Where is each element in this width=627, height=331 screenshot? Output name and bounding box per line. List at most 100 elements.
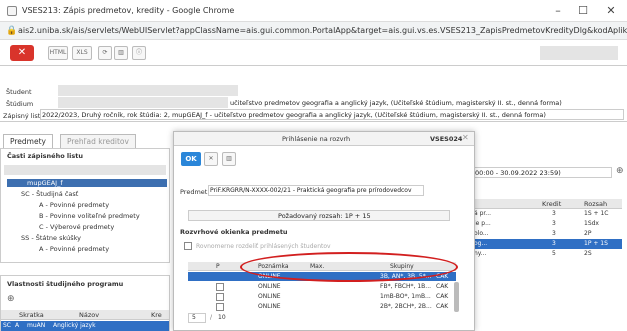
user-info-box [540, 46, 618, 60]
red-highlight-ellipse [240, 252, 458, 282]
col-rozsah: Rozsah [584, 200, 608, 208]
studium-value: učiteľstvo predmetov geografia a anglick… [230, 99, 562, 107]
right-row-kredit: 5 [552, 250, 556, 257]
zoom-icon[interactable]: ⊕ [7, 294, 15, 304]
app-favicon-icon [7, 6, 17, 16]
address-bar[interactable]: 🔒 ais2.uniba.sk/ais/servlets/WebUIServle… [0, 22, 627, 40]
zoom-icon-right[interactable]: ⊕ [616, 166, 624, 176]
studium-code-field [58, 97, 228, 108]
row-skupiny: 1mB-BO*, 1mB... [380, 293, 431, 300]
student-info-panel: Študent Štúdium učiteľstvo predmetov geo… [0, 66, 627, 122]
chart-icon-dialog[interactable]: ▥ [222, 152, 236, 166]
row-cap: CAK [436, 283, 449, 290]
url-text[interactable]: ais2.uniba.sk/ais/servlets/WebUIServlet?… [18, 26, 627, 35]
row-skupiny: FB*, FBCH*, 1B... [380, 283, 432, 290]
window-title: VSES213: Zápis predmetov, kredity - Goog… [22, 6, 235, 15]
right-row-name: ny... [474, 250, 487, 257]
col-kredit: Kre [151, 311, 162, 319]
zapisny-list-value: 2022/2023, Druhý ročník, rok štúdia: 2, … [42, 111, 546, 119]
tree-toolbar [4, 165, 166, 175]
minimize-icon[interactable]: – [547, 3, 569, 19]
lock-icon: 🔒 [6, 26, 18, 36]
bottom-row-c1: SC [3, 322, 11, 329]
col-p: P [216, 263, 220, 270]
refresh-icon[interactable]: ⟳ [98, 46, 112, 60]
dialog-code: VSES024 [430, 135, 463, 143]
right-row-name: og... [474, 240, 488, 247]
row-poznamka: ONLINE [258, 283, 281, 290]
date-range: 00:00 - 30.09.2022 23:59) [475, 169, 561, 177]
right-row-kredit: 3 [552, 220, 556, 227]
right-row-name: á pr... [474, 210, 492, 217]
bottom-row-c3: muAN [27, 322, 46, 329]
row-skupiny: 2B*, 2BCH*, 2B... [380, 303, 432, 310]
row-cap: CAK [436, 293, 449, 300]
page-total: 10 [218, 314, 226, 321]
right-row-rozsah: 1S + 1C [584, 210, 609, 217]
page-separator: / [210, 314, 213, 321]
html-button[interactable]: HTML [48, 46, 68, 60]
close-app-button[interactable]: ✕ [10, 45, 34, 61]
maximize-icon[interactable]: ☐ [572, 3, 594, 19]
row-cap: CAK [436, 303, 449, 310]
right-row-rozsah: 1Sdx [584, 220, 599, 227]
page-input[interactable] [188, 313, 206, 323]
student-label: Študent [6, 88, 32, 96]
right-row-kredit: 3 [552, 210, 556, 217]
right-row-kredit: 3 [552, 240, 556, 247]
right-row-kredit: 3 [552, 230, 556, 237]
schedule-signup-dialog: Prihlásenie na rozvrh VSES024 ✕ OK ✕ ▥ P… [173, 131, 475, 331]
xls-button[interactable]: XLS [72, 46, 92, 60]
rozsah-value: Požadovaný rozsah: 1P + 15 [278, 212, 371, 220]
bottom-row-c2: A [15, 322, 20, 329]
tree-item-ss-a[interactable]: A - Povinné predmety [39, 245, 109, 253]
section-title-dialog: Rozvrhové okienka predmetu [180, 228, 288, 236]
tree-item-b[interactable]: B - Povinne voliteľné predmety [39, 212, 140, 220]
student-field [58, 85, 238, 96]
row-checkbox[interactable] [216, 283, 224, 291]
dialog-header: Prihlásenie na rozvrh VSES024 ✕ [174, 132, 474, 146]
tree-item-ss[interactable]: SS - Štátne skúšky [21, 234, 81, 242]
app-toolbar: ✕ HTML XLS ⟳ ▥ ⓘ [0, 40, 627, 66]
info-icon[interactable]: ⓘ [132, 46, 146, 60]
section-title: Časti zápisného listu [7, 152, 83, 160]
col-kredit-right: Kredit [542, 200, 562, 208]
row-checkbox[interactable] [216, 293, 224, 301]
col-skratka: Skratka [19, 311, 44, 319]
row-poznamka: ONLINE [258, 303, 281, 310]
tab-predmety[interactable]: Predmety [3, 134, 53, 148]
bottom-row-c4: Anglický jazyk [53, 322, 96, 329]
predmet-value: PriF.KRGRR/N-XXXX-002/21 - Praktická geo… [210, 187, 412, 194]
dialog-close-icon[interactable]: ✕ [462, 133, 469, 142]
right-row-rozsah: 2S [584, 250, 592, 257]
tree-item-sc[interactable]: SC - Študijná časť [21, 190, 78, 198]
ok-button[interactable]: OK [181, 152, 201, 166]
dialog-scrollbar[interactable] [454, 282, 459, 312]
right-row-name: olo... [474, 230, 489, 237]
cancel-icon[interactable]: ✕ [204, 152, 218, 166]
dialog-title: Prihlásenie na rozvrh [282, 135, 351, 143]
studium-label: Štúdium [6, 100, 34, 108]
col-nazov: Názov [79, 311, 100, 319]
even-split-checkbox[interactable] [184, 242, 192, 250]
right-row-name: ie p... [474, 220, 491, 227]
browser-titlebar: VSES213: Zápis predmetov, kredity - Goog… [0, 0, 627, 22]
tree-item-a[interactable]: A - Povinné predmety [39, 201, 109, 209]
zapisny-list-label: Zápisný list [3, 112, 41, 120]
right-row-rozsah: 1P + 1S [584, 240, 608, 247]
page-number: 5 [192, 314, 196, 321]
row-checkbox[interactable] [216, 303, 224, 311]
study-program-panel: Vlastnosti študijného programu ⊕ Skratka… [0, 275, 170, 331]
tree-item-c[interactable]: C - Výberové predmety [39, 223, 114, 231]
zapisny-list-tree-panel: Časti zápisného listu mupGEAJ_f SC - Štu… [0, 148, 170, 263]
row-poznamka: ONLINE [258, 293, 281, 300]
bottom-title: Vlastnosti študijného programu [7, 280, 124, 288]
tab-prehlad-kreditov[interactable]: Prehľad kreditov [60, 134, 136, 148]
chart-icon[interactable]: ▥ [114, 46, 128, 60]
right-row-rozsah: 2P [584, 230, 592, 237]
tree-item-root[interactable]: mupGEAJ_f [7, 179, 167, 187]
predmet-label: Predmet [180, 188, 208, 196]
subjects-table-panel: 00:00 - 30.09.2022 23:59) ⊕ Kredit Rozsa… [472, 148, 627, 275]
close-icon[interactable]: ✕ [600, 3, 622, 19]
even-split-label: Rovnomerne rozdeliť prihlásených študent… [196, 243, 331, 250]
